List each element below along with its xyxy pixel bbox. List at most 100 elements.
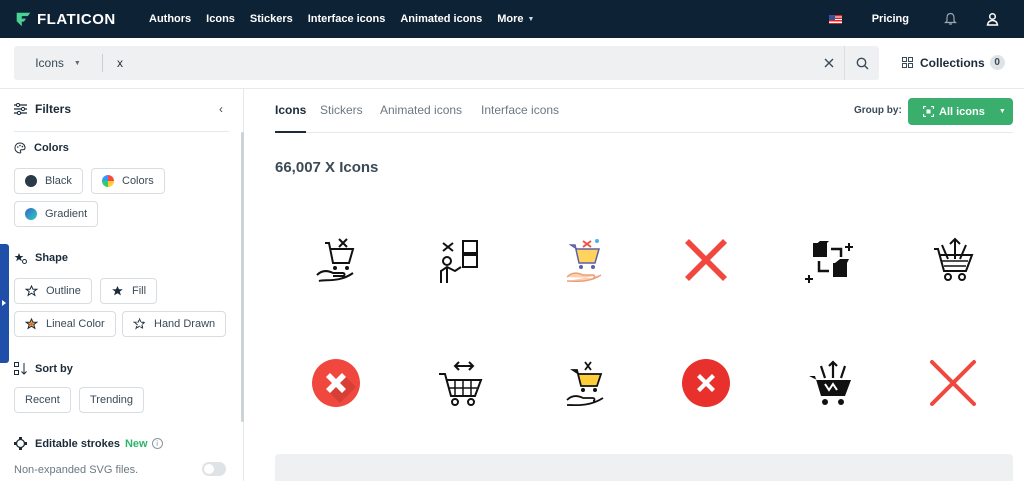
shape-title: Shape xyxy=(35,252,69,264)
nav-right: Pricing xyxy=(828,0,1024,38)
shape-fill-label: Fill xyxy=(132,285,147,297)
red-x-circle-shadow-icon[interactable] xyxy=(306,353,366,413)
tab-stickers[interactable]: Stickers xyxy=(320,103,363,117)
search-input[interactable] xyxy=(117,56,814,70)
color-wheel-icon xyxy=(102,175,114,187)
shapes-icon xyxy=(14,253,27,264)
shape-hand-drawn-chip[interactable]: Hand Drawn xyxy=(122,311,227,337)
sort-title: Sort by xyxy=(35,362,73,375)
color-black-label: Black xyxy=(45,175,72,187)
cart-hand-outline-icon[interactable] xyxy=(306,230,366,290)
color-black-chip[interactable]: Black xyxy=(14,168,83,194)
sidebar-expand-handle[interactable] xyxy=(0,244,9,363)
caret-down-icon: ▼ xyxy=(998,108,1006,115)
delivery-person-boxes-icon[interactable] xyxy=(430,230,490,290)
sliders-icon xyxy=(14,103,27,115)
group-by-select[interactable]: All icons ▼ xyxy=(908,98,1013,125)
collections-count-badge: 0 xyxy=(989,55,1005,70)
star-lineal-color-icon xyxy=(25,318,38,330)
shape-lineal-color-chip[interactable]: Lineal Color xyxy=(14,311,116,337)
user-icon[interactable] xyxy=(985,12,999,26)
red-x-thin-icon[interactable] xyxy=(923,353,983,413)
editable-strokes-label: Editable strokes xyxy=(35,437,120,450)
color-gradient-chip[interactable]: Gradient xyxy=(14,201,99,227)
chevron-left-icon[interactable]: ‹ xyxy=(219,102,223,116)
filters-header: Filters ‹ xyxy=(14,102,229,116)
cart-arrows-fill-icon[interactable] xyxy=(800,353,860,413)
caret-down-icon: ▼ xyxy=(73,59,81,67)
color-colors-label: Colors xyxy=(122,175,154,187)
nav-icons[interactable]: Icons xyxy=(206,13,235,25)
nav-authors[interactable]: Authors xyxy=(149,13,191,25)
collections-button[interactable]: Collections 0 xyxy=(902,55,1005,70)
sort-section-title: Sort by xyxy=(14,362,73,375)
filters-divider xyxy=(14,131,229,132)
shape-outline-label: Outline xyxy=(46,285,81,297)
group-icon xyxy=(923,106,934,117)
flaticon-logo-icon xyxy=(16,12,31,26)
editable-strokes-toggle[interactable] xyxy=(202,462,226,476)
star-fill-icon xyxy=(112,286,123,296)
box-swap-icon[interactable] xyxy=(800,230,860,290)
cart-hand-yellow-icon[interactable] xyxy=(554,353,614,413)
search-bar: Icons ▼ xyxy=(14,46,879,80)
shape-lineal-color-label: Lineal Color xyxy=(46,318,105,330)
group-by-value: All icons xyxy=(939,105,985,118)
resource-tabs: Icons Stickers Animated icons Interface … xyxy=(275,89,1013,133)
tab-icons[interactable]: Icons xyxy=(275,103,307,133)
shape-section-title: Shape xyxy=(14,252,68,264)
red-x-icon[interactable] xyxy=(676,230,736,290)
nav-more[interactable]: More ▼ xyxy=(497,13,534,25)
cart-hand-color-icon[interactable] xyxy=(554,230,614,290)
red-x-circle-icon[interactable] xyxy=(676,353,736,413)
main-nav: Authors Icons Stickers Interface icons A… xyxy=(149,13,549,25)
new-badge: New xyxy=(124,437,148,450)
nav-more-label: More xyxy=(497,13,524,25)
editable-strokes-note: Non-expanded SVG files. xyxy=(14,464,139,476)
cart-arrows-outline-icon[interactable] xyxy=(923,230,983,290)
nav-pricing[interactable]: Pricing xyxy=(872,13,909,25)
palette-icon xyxy=(14,142,26,154)
info-icon[interactable]: i xyxy=(151,438,163,449)
shape-outline-chip[interactable]: Outline xyxy=(14,278,92,304)
nav-interface-icons[interactable]: Interface icons xyxy=(308,13,386,25)
color-gradient-label: Gradient xyxy=(45,208,88,220)
sidebar-scrollbar[interactable] xyxy=(241,132,244,422)
bell-icon[interactable] xyxy=(943,12,957,26)
logo-text: FLATICON xyxy=(37,10,116,28)
clear-search-icon[interactable] xyxy=(814,46,844,80)
filters-title: Filters xyxy=(35,102,72,116)
tab-interface-icons[interactable]: Interface icons xyxy=(481,103,559,117)
cart-arrows-horizontal-icon[interactable] xyxy=(430,353,490,413)
star-outline-icon xyxy=(25,285,38,297)
colors-title: Colors xyxy=(34,142,69,154)
color-colors-chip[interactable]: Colors xyxy=(91,168,165,194)
banner-placeholder xyxy=(275,454,1013,481)
us-flag-icon[interactable] xyxy=(828,14,842,24)
star-hand-drawn-icon xyxy=(133,318,146,330)
resource-type-label: Icons xyxy=(35,56,64,70)
editable-stroke-icon xyxy=(14,437,27,450)
search-divider xyxy=(102,54,103,72)
flaticon-logo[interactable]: FLATICON xyxy=(15,11,133,28)
group-by-label: Group by: xyxy=(854,105,902,116)
search-row: Icons ▼ Collections 0 xyxy=(0,38,1024,89)
nav-animated-icons[interactable]: Animated icons xyxy=(400,13,482,25)
results-title: 66,007 X Icons xyxy=(275,159,379,176)
collections-label: Collections xyxy=(920,55,985,70)
sort-recent-label: Recent xyxy=(25,394,60,406)
grid-icon xyxy=(902,57,913,68)
search-icon[interactable] xyxy=(845,46,879,80)
shape-fill-chip[interactable]: Fill xyxy=(100,278,158,304)
sort-trending-label: Trending xyxy=(90,394,134,406)
sort-recent-chip[interactable]: Recent xyxy=(14,387,71,413)
nav-stickers[interactable]: Stickers xyxy=(250,13,293,25)
colors-section-title: Colors xyxy=(14,142,69,154)
resource-type-select[interactable]: Icons ▼ xyxy=(14,56,102,70)
editable-strokes-title: Editable strokes New i xyxy=(14,437,163,450)
black-dot-icon xyxy=(25,175,37,187)
shape-hand-drawn-label: Hand Drawn xyxy=(154,318,216,330)
sort-trending-chip[interactable]: Trending xyxy=(79,387,145,413)
sort-icon xyxy=(14,362,27,375)
tab-animated-icons[interactable]: Animated icons xyxy=(380,103,462,117)
